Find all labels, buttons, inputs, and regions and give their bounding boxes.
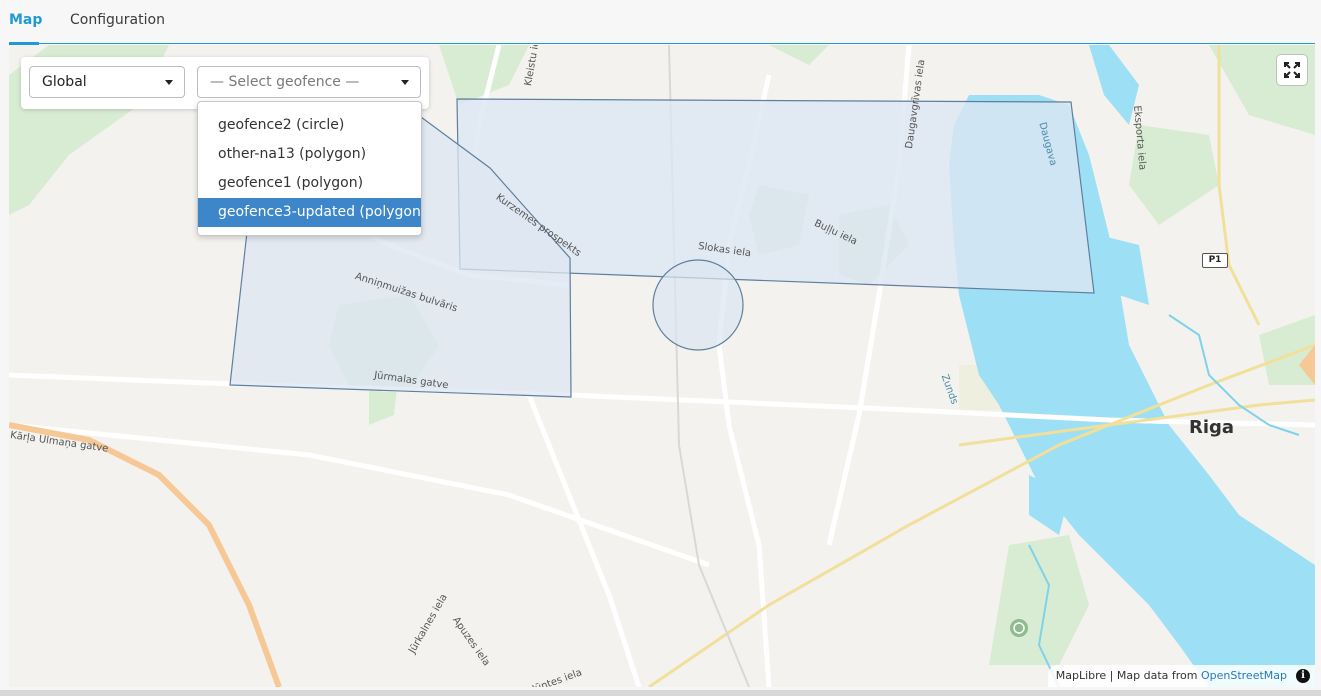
scope-select[interactable]: Global	[29, 66, 185, 98]
info-icon[interactable]: i	[1296, 669, 1310, 683]
map-attribution: MapLibre | Map data from OpenStreetMap i	[1047, 665, 1315, 687]
geofence-select-placeholder: — Select geofence —	[210, 74, 360, 90]
highway	[9, 422, 282, 687]
dropdown-option[interactable]: geofence2 (circle)	[198, 111, 421, 140]
geofence-select[interactable]: — Select geofence —	[197, 66, 421, 98]
attribution-text: | Map data from	[1106, 669, 1201, 682]
road-shield-p1: P1	[1202, 253, 1228, 268]
chevron-down-icon	[165, 80, 173, 85]
tab-bar: Map Configuration	[0, 0, 1321, 45]
tab-configuration[interactable]: Configuration	[70, 12, 165, 28]
geofence-circle	[652, 259, 744, 351]
maplibre-link[interactable]: MapLibre	[1056, 669, 1106, 682]
dropdown-option-selected[interactable]: geofence3-updated (polygon)	[198, 198, 421, 227]
label-riga: Riga	[1189, 417, 1235, 438]
fullscreen-button[interactable]	[1277, 55, 1307, 85]
tab-underline	[9, 43, 1315, 44]
map-canvas[interactable]: Kleistu iela Daugavgrīvas iela Daugava E…	[9, 45, 1315, 687]
geofence-dropdown: geofence2 (circle) other-na13 (polygon) …	[197, 101, 422, 236]
dropdown-option[interactable]: geofence1 (polygon)	[198, 169, 421, 198]
scope-select-value: Global	[42, 74, 87, 90]
osm-link[interactable]: OpenStreetMap	[1201, 669, 1287, 682]
fullscreen-icon	[1284, 62, 1300, 78]
bottom-bar	[0, 690, 1321, 696]
dropdown-option[interactable]: other-na13 (polygon)	[198, 140, 421, 169]
park-poi-icon	[1010, 619, 1028, 637]
tab-map[interactable]: Map	[9, 12, 42, 28]
chevron-down-icon	[401, 80, 409, 85]
